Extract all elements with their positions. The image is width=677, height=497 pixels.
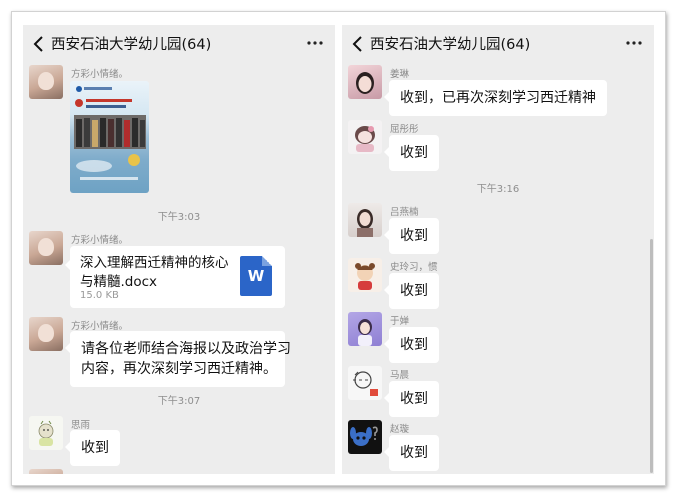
chat-title: 西安石油大学幼儿园(64) [51,37,212,53]
cartoon-avatar-icon [355,263,375,290]
sender-name: 赵璇 [390,424,410,435]
message-bubble[interactable]: 收到 [384,381,439,417]
avatar[interactable] [29,231,63,265]
cartoon-avatar-icon [38,420,54,446]
sender-name: 屈彤彤 [390,124,419,135]
more-dots-icon[interactable] [625,36,643,50]
message-bubble[interactable]: 收到 [65,430,120,466]
sender-name: 史玲习，惯 [390,262,438,273]
poster-image[interactable] [70,81,149,193]
avatar[interactable] [29,416,63,450]
chat-header: 西安石油大学幼儿园(64) [342,25,654,63]
sender-name: 于婵 [390,316,410,327]
avatar[interactable] [29,469,63,474]
avatar[interactable] [348,420,382,454]
back-chevron-icon[interactable] [351,35,365,53]
photo-avatar-icon [356,72,374,94]
poster-art-icon [74,86,146,180]
more-dots-icon[interactable] [306,36,324,50]
file-size: 15.0 KB [80,290,119,301]
avatar[interactable] [348,65,382,99]
avatar[interactable] [348,120,382,154]
sketch-avatar-icon [353,371,378,396]
file-name: 深入理解西迁精神的核心与精髓.docx [80,255,229,290]
illustration-avatar-icon [358,319,372,346]
sender-name: 吕燕楠 [390,207,419,218]
avatar[interactable] [348,366,382,400]
scrollbar[interactable] [650,239,653,473]
word-document-icon: W [240,256,272,296]
photo-avatar-icon [357,209,373,237]
avatar[interactable] [348,312,382,346]
sender-name: 方彩小情绪。 [71,235,129,246]
avatar[interactable] [348,203,382,237]
message-bubble[interactable]: 收到 [384,273,439,309]
message-bubble[interactable]: 收到 [384,135,439,171]
chat-window-right: 西安石油大学幼儿园(64) 姜琳 收到，已再次深刻学习西迁精神 屈彤彤 收到 下… [342,25,654,474]
avatar[interactable] [29,65,63,99]
sender-name: 方彩小情绪。 [71,69,129,80]
sender-name: 思雨 [71,420,91,431]
cartoon-avatar-icon [355,126,375,152]
message-bubble[interactable]: 收到，已再次深刻学习西迁精神 [384,80,607,116]
chat-header: 西安石油大学幼儿园(64) [23,25,335,63]
timestamp: 下午3:16 [476,184,520,195]
message-bubble[interactable]: 收到 [384,435,439,471]
timestamp: 下午3:03 [157,212,201,223]
stitch-avatar-icon [350,426,378,446]
chat-window-left: 西安石油大学幼儿园(64) 方彩小情绪。 下午3:03 方彩小情绪。 深入理解西… [23,25,335,474]
message-bubble[interactable]: 请各位老师结合海报以及政治学习 内容，再次深刻学习西迁精神。 [65,331,291,387]
avatar[interactable] [29,317,63,351]
word-icon-letter: W [247,267,265,285]
message-line: 请各位老师结合海报以及政治学习 [81,341,291,357]
message-line: 内容，再次深刻学习西迁精神。 [81,361,277,377]
message-bubble[interactable]: 收到 [384,327,439,363]
chat-title: 西安石油大学幼儿园(64) [370,37,531,53]
file-message[interactable]: 深入理解西迁精神的核心与精髓.docx 15.0 KB W [65,246,285,308]
avatar[interactable] [348,258,382,292]
timestamp: 下午3:07 [157,396,201,407]
sender-name: 姜琳 [390,69,410,80]
back-chevron-icon[interactable] [32,35,46,53]
message-bubble[interactable]: 收到 [384,218,439,254]
sender-name: 方彩小情绪。 [71,321,129,332]
sender-name: 马晨 [390,370,410,381]
